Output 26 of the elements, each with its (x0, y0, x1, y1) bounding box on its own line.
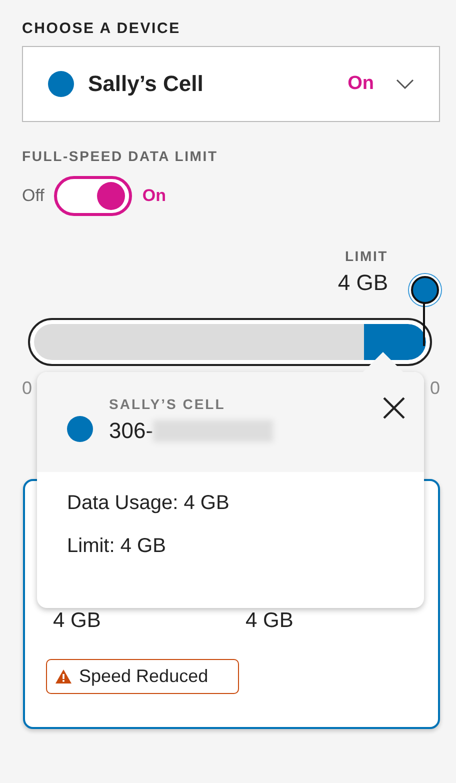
usage-value: 4 GB (53, 609, 102, 633)
slider-handle[interactable] (410, 276, 440, 346)
limit-value: 4 GB (246, 609, 294, 633)
device-dot-icon (48, 71, 74, 97)
device-dot-icon (67, 416, 93, 442)
device-dropdown[interactable]: Sally’s Cell On (22, 46, 440, 122)
limit-label: LIMIT (344, 248, 388, 264)
limit-value: 4 GB (338, 270, 388, 296)
section-heading: CHOOSE A DEVICE (22, 20, 182, 37)
section-heading: FULL-SPEED DATA LIMIT (22, 148, 219, 164)
limit-segment (364, 324, 426, 360)
min-label: 0 (22, 378, 32, 399)
warning-icon (55, 669, 72, 684)
popover-text: Limit: 4 GB (67, 535, 167, 558)
popover-text: Data Usage: 4 GB (67, 492, 230, 515)
max-label: 0 (430, 378, 440, 399)
badge-text: Speed Reduced (79, 666, 208, 687)
phone-number: 306- (109, 418, 154, 444)
on-label: On (142, 186, 166, 206)
device-status: On (348, 73, 374, 95)
toggle-switch[interactable] (54, 176, 132, 216)
popover-device-name: SALLY’S CELL (109, 396, 226, 412)
off-label: Off (22, 186, 44, 206)
device-name: Sally’s Cell (88, 71, 204, 97)
chevron-down-icon (396, 79, 414, 89)
close-icon (382, 396, 406, 420)
